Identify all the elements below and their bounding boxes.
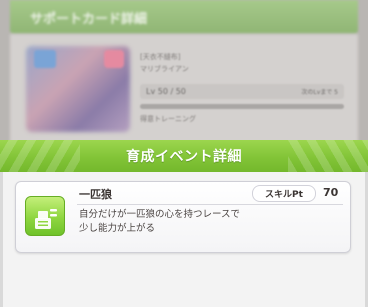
event-name: 一匹狼 [79, 188, 112, 201]
event-description: 自分だけが一匹狼の心を持つレースで 少し能力が上がる [79, 208, 341, 236]
heart-icon [104, 50, 124, 68]
card-caption-line1: [天衣不縫布] [140, 53, 181, 61]
event-card[interactable]: 一匹狼 スキルPt 70 自分だけが一匹狼の心を持つレースで 少し能力が上がる [15, 181, 351, 253]
level-text: Lv 50 / 50 [146, 87, 186, 96]
level-next: 次のLvまで 5 [301, 89, 338, 96]
level-progress-bar [140, 104, 344, 109]
dialog-edge-left [0, 172, 3, 307]
background-title: サポートカード詳細 [30, 11, 148, 27]
event-description-line2: 少し能力が上がる [79, 223, 156, 234]
skill-pt-badge: スキルPt [252, 185, 316, 202]
card-divider [77, 204, 343, 205]
background-header: サポートカード詳細 [10, 0, 358, 34]
skill-pt-label: スキルPt [265, 190, 303, 200]
event-detail-dialog: 育成イベント詳細 一匹狼 スキルPt 70 自分だけが一匹狼の心を持つレースで … [0, 140, 368, 307]
card-type-icon [34, 50, 56, 68]
skill-pt-value: 70 [323, 186, 339, 199]
skill-book-icon [25, 196, 65, 236]
dialog-title: 育成イベント詳細 [126, 149, 242, 165]
sub-label: 得意トレーニング [140, 115, 196, 123]
event-description-line1: 自分だけが一匹狼の心を持つレースで [79, 209, 241, 220]
card-caption-line2: マリブライアン [140, 65, 189, 73]
dialog-header: 育成イベント詳細 [0, 140, 368, 172]
level-box: Lv 50 / 50 次のLvまで 5 [140, 84, 344, 99]
